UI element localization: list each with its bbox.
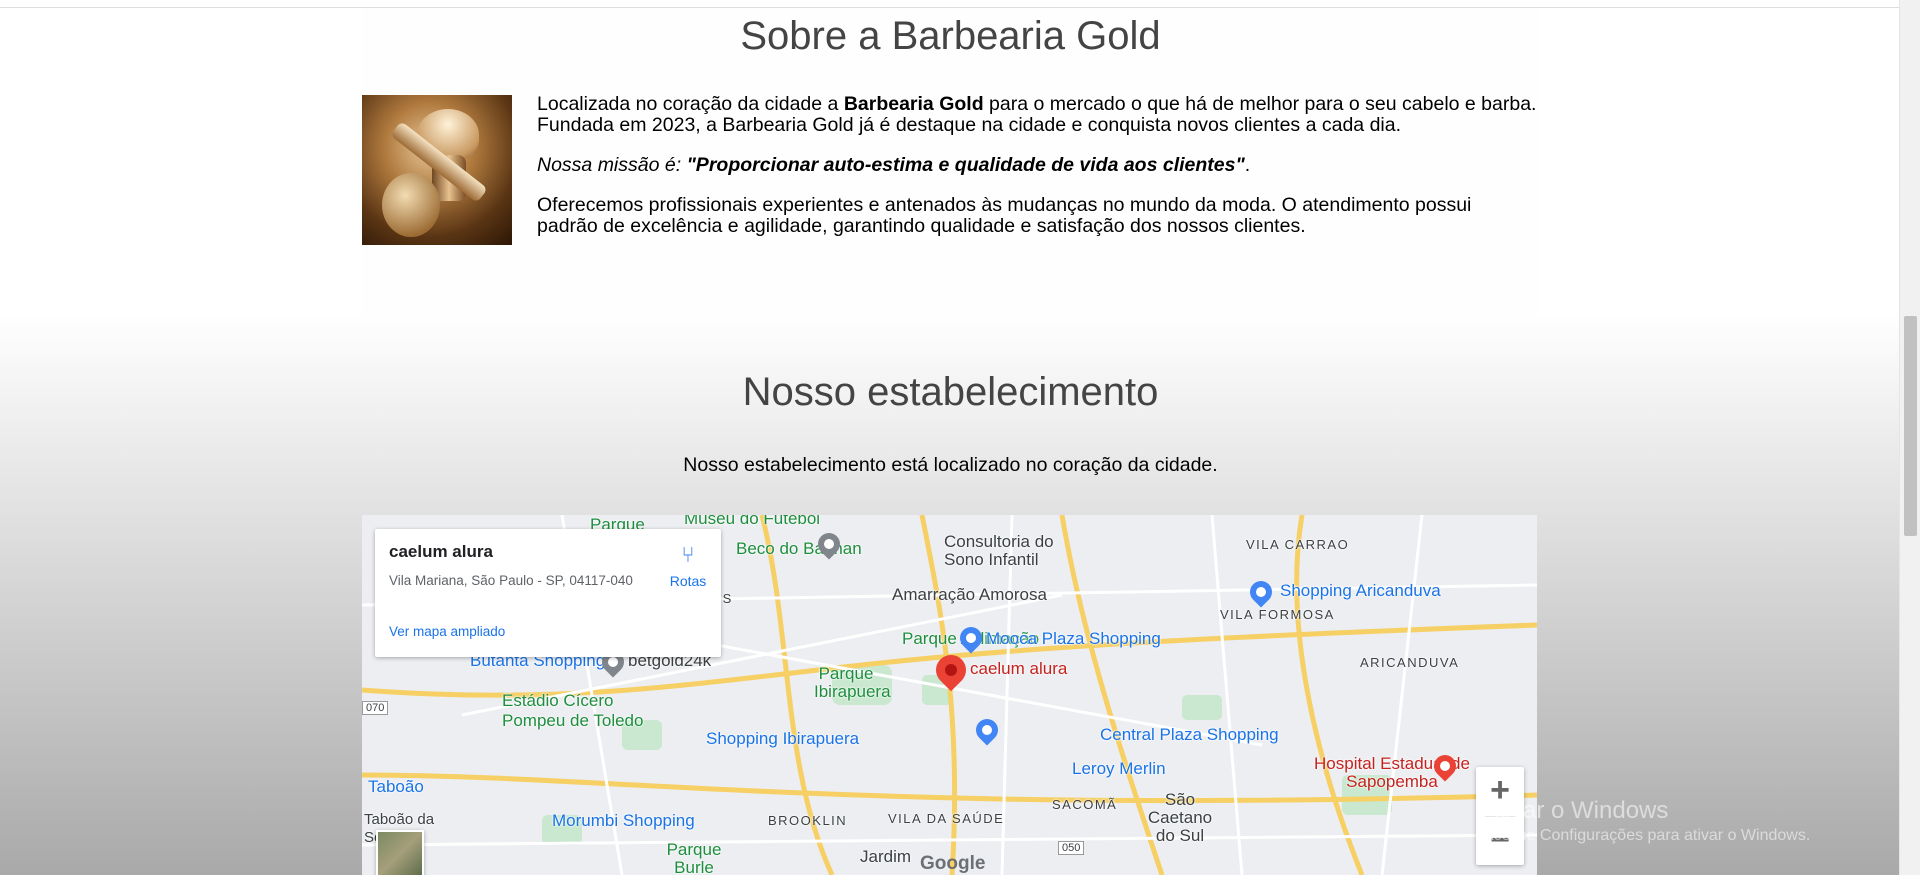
directions-button[interactable]: ⑂ Rotas [660,542,716,590]
road-shield-070: 070 [362,701,389,715]
about-section: Sobre a Barbearia Gold Localizada no cor… [0,8,1899,313]
satellite-toggle[interactable] [376,830,424,875]
map-label-central-plaza[interactable]: Central Plaza Shopping [1100,725,1279,745]
map-label-morumbi[interactable]: Morumbi Shopping [552,811,695,831]
map-label-amarracao[interactable]: Amarração Amorosa [892,585,1047,605]
map-label-aricanduva: ARICANDUVA [1360,655,1460,670]
barber-tools-image [362,95,512,245]
about-paragraph-1: Localizada no coração da cidade a Barbea… [537,93,1537,136]
map-label-consultoria[interactable]: Consultoria do Sono Infantil [944,533,1074,569]
map-label-mooca[interactable]: Mooca Plaza Shopping [986,629,1161,649]
map-label-estadio[interactable]: Estádio Cícero Pompeu de Toledo [502,691,652,731]
map-info-card: caelum alura Vila Mariana, São Paulo - S… [375,529,721,657]
map-label-leroy[interactable]: Leroy Merlin [1072,759,1166,779]
watermark-title: Ativar o Windows [1483,797,1669,824]
directions-icon: ⑂ [681,542,695,567]
place-name: caelum alura [389,542,493,561]
directions-label: Rotas [669,573,707,589]
map-label-brooklin: BROOKLIN [768,813,848,828]
brand-name: Barbearia Gold [843,93,984,115]
page-scrollbar[interactable] [1899,0,1920,875]
google-logo: Google [920,853,986,874]
map-label-shopping-aricanduva[interactable]: Shopping Aricanduva [1280,581,1441,601]
map-label-sacoma: SACOMÃ [1052,797,1118,812]
mission-statement: "Proporcionar auto-estima e qualidade de… [686,154,1245,176]
soap-illustration [382,173,440,237]
about-paragraph-3: Oferecemos profissionais experientes e a… [537,194,1472,237]
larger-map-link[interactable]: Ver mapa ampliado [389,624,505,639]
map-label-vila-carrao: VILA CARRAO [1246,537,1350,552]
scrollbar-thumb[interactable] [1904,316,1917,536]
place-address: Vila Mariana, São Paulo - SP, 04117-040 [389,573,633,588]
map-label-shopping-ibirapuera[interactable]: Shopping Ibirapuera [706,729,859,749]
about-container: Sobre a Barbearia Gold Localizada no cor… [362,8,1539,313]
map-label-sao-caetano[interactable]: São Caetano do Sul [1140,791,1220,845]
watermark-subtitle: Acesse Configurações para ativar o Windo… [1483,827,1811,844]
map-label-taboao[interactable]: Taboão [368,777,424,797]
map-label-parque-burle[interactable]: Parque Burle Marx [654,841,734,875]
top-border [0,0,1899,8]
map-label-caelum-pin[interactable]: caelum alura [970,659,1067,679]
map-label-parque-ibirapuera[interactable]: Parque Ibirapuera [814,665,891,701]
map-label-vila-saude: VILA DA SAÚDE [888,811,1005,826]
establishment-section: Nosso estabelecimento Nosso estabelecime… [0,313,1899,875]
windows-activation-watermark: Ativar o Windows Acesse Configurações pa… [1483,797,1810,845]
about-title: Sobre a Barbearia Gold [740,14,1161,58]
map-label-museu[interactable]: Museu do Futebol [684,515,820,529]
map-label-jardim[interactable]: Jardim [860,847,911,867]
embedded-map[interactable]: Parque Museu do Futebol Beco do Batman C… [362,515,1537,875]
about-text: Localizada no coração da cidade a Barbea… [537,94,1537,256]
map-label-beco[interactable]: Beco do Batman [736,539,862,559]
about-paragraph-mission: Nossa missão é: "Proporcionar auto-estim… [537,154,1251,176]
road-shield-050: 050 [1058,841,1085,855]
establishment-lead: Nosso estabelecimento está localizado no… [683,454,1218,476]
map-label-vila-formosa: VILA FORMOSA [1220,607,1335,622]
establishment-title: Nosso estabelecimento [742,370,1159,414]
